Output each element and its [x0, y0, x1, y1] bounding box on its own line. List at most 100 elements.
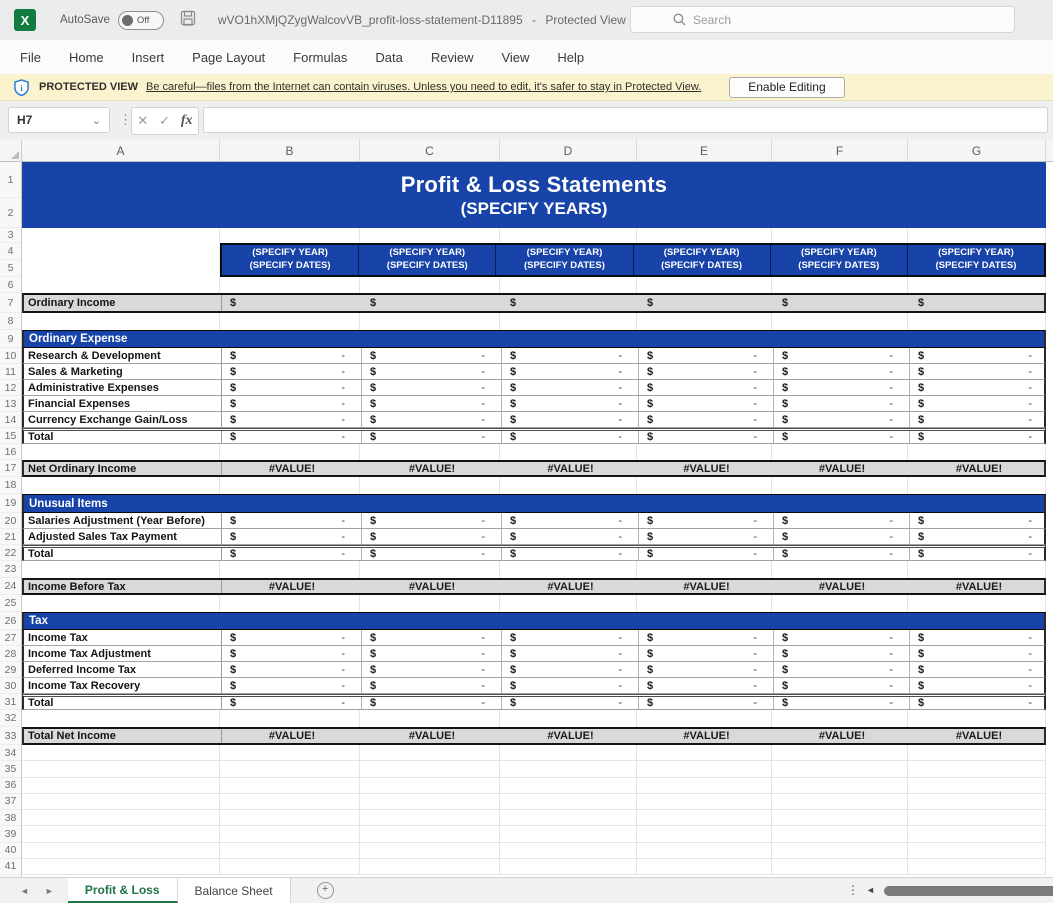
- cell[interactable]: $ -: [222, 662, 362, 677]
- empty-cell[interactable]: [22, 595, 220, 612]
- cell[interactable]: $ -: [362, 348, 502, 363]
- empty-cell[interactable]: [360, 793, 500, 809]
- empty-cell[interactable]: [360, 561, 500, 578]
- empty-cell[interactable]: [220, 745, 360, 761]
- empty-cell[interactable]: [500, 710, 637, 727]
- row-number-2[interactable]: 2: [0, 198, 21, 228]
- empty-cell[interactable]: [637, 810, 772, 826]
- cell[interactable]: $ -: [639, 513, 774, 528]
- row-number-23[interactable]: 23: [0, 561, 21, 578]
- cell[interactable]: $ -: [774, 380, 910, 395]
- cell[interactable]: $ -: [222, 678, 362, 693]
- grid-row-27[interactable]: Income Tax $ - $ - $ - $ - $ - $ -: [22, 630, 1046, 646]
- horizontal-scrollbar[interactable]: [884, 886, 1053, 896]
- empty-cell[interactable]: [637, 477, 772, 494]
- cell[interactable]: #VALUE!: [774, 729, 910, 743]
- empty-cell[interactable]: [772, 793, 908, 809]
- empty-cell[interactable]: [637, 228, 772, 243]
- empty-cell[interactable]: [908, 826, 1046, 842]
- row-number-20[interactable]: 20: [0, 513, 21, 529]
- cell[interactable]: #VALUE!: [362, 580, 502, 593]
- cell[interactable]: $: [910, 295, 1048, 311]
- cell[interactable]: $ -: [362, 662, 502, 677]
- grid-row-24[interactable]: Income Before Tax #VALUE! #VALUE! #VALUE! #V…: [22, 578, 1046, 595]
- empty-cell[interactable]: [220, 228, 360, 243]
- row-number-5[interactable]: 5: [0, 260, 21, 277]
- empty-cell[interactable]: [22, 810, 220, 826]
- row-number-32[interactable]: 32: [0, 710, 21, 727]
- empty-cell[interactable]: [360, 477, 500, 494]
- row-number-14[interactable]: 14: [0, 412, 21, 428]
- grid-row-26[interactable]: Tax: [22, 612, 1046, 630]
- cell[interactable]: #VALUE!: [502, 729, 639, 743]
- empty-cell[interactable]: [908, 477, 1046, 494]
- cell[interactable]: #VALUE!: [222, 580, 362, 593]
- grid-row-21[interactable]: Adjusted Sales Tax Payment $ - $ - $ - $ - $ - $ -: [22, 529, 1046, 545]
- cell[interactable]: $ -: [910, 364, 1048, 379]
- ribbon-tab-view[interactable]: View: [487, 40, 543, 74]
- banner-message-link[interactable]: Be careful—files from the Internet can c…: [146, 81, 701, 93]
- empty-cell[interactable]: [637, 858, 772, 874]
- cell[interactable]: #VALUE!: [502, 462, 639, 475]
- empty-cell[interactable]: [360, 745, 500, 761]
- ribbon-tab-help[interactable]: Help: [543, 40, 598, 74]
- row-number-9[interactable]: 9: [0, 330, 21, 348]
- column-header-C[interactable]: C: [360, 140, 500, 161]
- empty-cell[interactable]: [637, 561, 772, 578]
- name-box[interactable]: H7 ⌄: [8, 107, 110, 133]
- empty-cell[interactable]: [22, 858, 220, 874]
- cell[interactable]: #VALUE!: [910, 729, 1048, 743]
- empty-cell[interactable]: [637, 826, 772, 842]
- ribbon-tab-page-layout[interactable]: Page Layout: [178, 40, 279, 74]
- cell[interactable]: $ -: [639, 697, 774, 709]
- year-header-cell[interactable]: (SPECIFY YEAR) (SPECIFY DATES): [771, 245, 908, 275]
- grid-row-39[interactable]: [22, 826, 1046, 843]
- cell[interactable]: $ -: [502, 431, 639, 443]
- ribbon-tab-review[interactable]: Review: [417, 40, 488, 74]
- cell[interactable]: $ -: [362, 396, 502, 411]
- cell[interactable]: $ -: [502, 678, 639, 693]
- row-number-37[interactable]: 37: [0, 794, 21, 810]
- grid-row-12[interactable]: Administrative Expenses $ - $ - $ - $ - $ - $ -: [22, 380, 1046, 396]
- cell[interactable]: $ -: [362, 646, 502, 661]
- empty-cell[interactable]: [220, 826, 360, 842]
- grid-row-1[interactable]: Profit & Loss Statements (SPECIFY YEARS): [22, 162, 1046, 228]
- cell[interactable]: #VALUE!: [774, 580, 910, 593]
- row-number-29[interactable]: 29: [0, 662, 21, 678]
- empty-cell[interactable]: [220, 477, 360, 494]
- empty-cell[interactable]: [772, 477, 908, 494]
- year-header-cell[interactable]: (SPECIFY YEAR) (SPECIFY DATES): [908, 245, 1044, 275]
- cell[interactable]: $ -: [639, 548, 774, 560]
- search-input[interactable]: Search: [630, 6, 1015, 33]
- empty-cell[interactable]: [500, 777, 637, 793]
- cell[interactable]: $ -: [222, 697, 362, 709]
- empty-cell[interactable]: [772, 444, 908, 460]
- row-number-8[interactable]: 8: [0, 313, 21, 330]
- cell[interactable]: $ -: [362, 697, 502, 709]
- empty-cell[interactable]: [360, 858, 500, 874]
- cell[interactable]: $ -: [910, 380, 1048, 395]
- empty-cell[interactable]: [22, 444, 220, 460]
- empty-cell[interactable]: [772, 842, 908, 858]
- cell[interactable]: $ -: [639, 364, 774, 379]
- row-number-1[interactable]: 1: [0, 162, 21, 198]
- formula-input[interactable]: [203, 107, 1048, 133]
- cell[interactable]: $ -: [362, 364, 502, 379]
- empty-cell[interactable]: [500, 228, 637, 243]
- grid-row-22[interactable]: Total $ - $ - $ - $ - $ - $ -: [22, 545, 1046, 561]
- row-number-34[interactable]: 34: [0, 745, 21, 762]
- cell[interactable]: $ -: [774, 412, 910, 427]
- empty-cell[interactable]: [772, 826, 908, 842]
- empty-cell[interactable]: [22, 777, 220, 793]
- cell[interactable]: $: [222, 295, 362, 311]
- grid-row-34[interactable]: [22, 745, 1046, 762]
- row-number-36[interactable]: 36: [0, 778, 21, 794]
- empty-cell[interactable]: [908, 745, 1046, 761]
- empty-cell[interactable]: [500, 858, 637, 874]
- empty-cell[interactable]: [500, 277, 637, 293]
- row-number-13[interactable]: 13: [0, 396, 21, 412]
- empty-cell[interactable]: [360, 277, 500, 293]
- cell[interactable]: $ -: [502, 662, 639, 677]
- empty-cell[interactable]: [360, 826, 500, 842]
- empty-cell[interactable]: [908, 761, 1046, 777]
